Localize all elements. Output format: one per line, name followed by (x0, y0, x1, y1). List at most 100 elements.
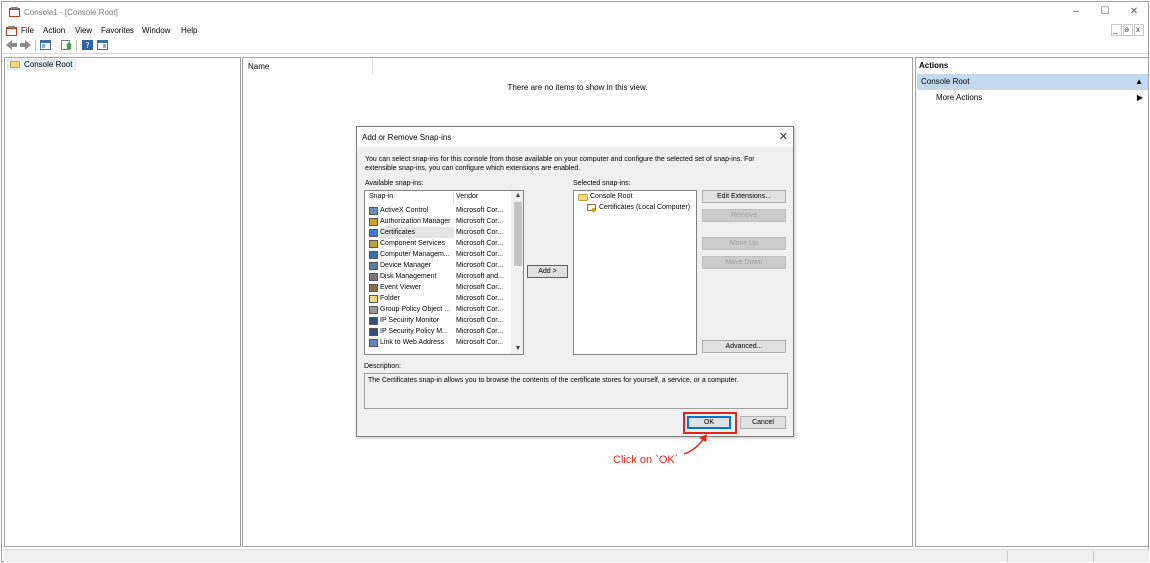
menu-window[interactable]: Window (142, 26, 170, 35)
back-arrow-icon[interactable] (6, 40, 17, 50)
mmc-document-icon[interactable] (6, 26, 17, 36)
web-link-icon (369, 339, 378, 347)
snapin-row[interactable]: Folder Microsoft Cor... (365, 293, 511, 304)
snapin-vendor: Microsoft Cor... (456, 218, 504, 225)
add-button[interactable]: Add > (527, 265, 568, 278)
tree-item-console-root[interactable]: Console Root (7, 59, 77, 70)
snapin-row[interactable]: Device Manager Microsoft Cor... (365, 260, 511, 271)
snapin-name: IP Security Monitor (380, 317, 440, 324)
maximize-button[interactable]: ☐ (1098, 6, 1112, 18)
snapin-name: Component Services (380, 240, 445, 247)
snapin-vendor: Microsoft Cor... (456, 295, 504, 302)
description-text: The Certificates snap-in allows you to b… (368, 377, 739, 384)
selected-snapins-list[interactable]: Console Root Certificates (Local Compute… (573, 190, 697, 355)
forward-arrow-icon[interactable] (20, 40, 31, 50)
window-title: Console1 - [Console Root] (24, 8, 118, 17)
column-divider (453, 192, 454, 204)
snapin-row[interactable]: Link to Web Address Microsoft Cor... (365, 337, 511, 348)
menu-view[interactable]: View (75, 26, 92, 35)
snapin-vendor: Microsoft Cor... (456, 207, 504, 214)
snapin-name: Link to Web Address (380, 339, 445, 346)
disk-management-icon (369, 273, 378, 281)
description-label: Description: (364, 363, 401, 370)
column-header-snapin[interactable]: Snap-in (369, 193, 393, 200)
status-separator (1007, 551, 1008, 562)
snapin-row[interactable]: Certificates Microsoft Cor... (365, 227, 511, 238)
show-hide-tree-icon[interactable] (40, 40, 51, 50)
cancel-button[interactable]: Cancel (740, 416, 786, 429)
snapin-name: Computer Managem... (380, 251, 450, 258)
edit-extensions-button[interactable]: Edit Extensions... (702, 190, 786, 203)
help-icon[interactable]: ? (82, 40, 93, 50)
advanced-button[interactable]: Advanced... (702, 340, 786, 353)
submenu-arrow-icon[interactable]: ▶ (1137, 93, 1143, 102)
column-header-vendor[interactable]: Vendor (456, 193, 478, 200)
more-actions-link[interactable]: More Actions (936, 93, 982, 102)
selected-item-certificates[interactable]: Certificates (Local Computer) (599, 203, 690, 213)
certificate-icon (369, 229, 378, 237)
show-hide-action-pane-icon[interactable] (97, 40, 108, 50)
dialog-description: You can select snap-ins for this console… (365, 156, 755, 172)
selected-snapins-label: Selected snap-ins: (573, 180, 631, 187)
svg-text:?: ? (85, 41, 89, 50)
snapin-name: Group Policy Object ... (380, 306, 451, 313)
snapin-row[interactable]: IP Security Monitor Microsoft Cor... (365, 315, 511, 326)
collapse-arrow-icon[interactable]: ▲ (1135, 77, 1143, 86)
snapin-vendor: Microsoft Cor... (456, 317, 504, 324)
mdi-close-button[interactable]: x (1134, 24, 1144, 36)
snapin-row[interactable]: Group Policy Object ... Microsoft Cor... (365, 304, 511, 315)
activex-icon (369, 207, 378, 215)
selected-item-console-root[interactable]: Console Root (590, 192, 632, 202)
dialog-title-bar: Add or Remove Snap-ins ✕ (357, 127, 793, 147)
scroll-down-arrow-icon[interactable]: ▼ (512, 344, 523, 354)
snapin-name: IP Security Policy M... (380, 328, 448, 335)
actions-title: Actions (919, 61, 949, 70)
close-button[interactable]: ✕ (1127, 6, 1141, 18)
snapin-vendor: Microsoft and... (456, 273, 504, 280)
ok-highlight-box (683, 412, 737, 434)
certificate-icon (587, 204, 596, 212)
snapin-name: Authorization Manager (380, 218, 451, 225)
scroll-up-arrow-icon[interactable]: ▲ (512, 191, 523, 201)
dialog-close-button[interactable]: ✕ (779, 130, 788, 143)
ip-security-monitor-icon (369, 317, 378, 325)
actions-pane: Actions Console Root ▲ More Actions ▶ (915, 57, 1149, 547)
move-up-button[interactable]: Move Up (702, 237, 786, 250)
remove-button[interactable]: Remove (702, 209, 786, 222)
status-bar (4, 549, 1149, 562)
move-down-button[interactable]: Move Down (702, 256, 786, 269)
snapin-row[interactable]: Authorization Manager Microsoft Cor... (365, 216, 511, 227)
add-remove-snapins-dialog: Add or Remove Snap-ins ✕ You can select … (356, 126, 794, 437)
snapin-vendor: Microsoft Cor... (456, 262, 504, 269)
export-list-icon[interactable] (61, 40, 72, 50)
available-snapins-list[interactable]: Snap-in Vendor ActiveX Control Microsoft … (364, 190, 524, 355)
menu-file[interactable]: File (21, 26, 34, 35)
snapin-name: ActiveX Control (380, 207, 429, 214)
mdi-restore-button[interactable]: ǝ (1122, 24, 1133, 36)
ip-security-policy-icon (369, 328, 378, 336)
snapin-row[interactable]: Computer Managem... Microsoft Cor... (365, 249, 511, 260)
scroll-thumb[interactable] (514, 202, 522, 266)
menu-favorites[interactable]: Favorites (101, 26, 134, 35)
menu-help[interactable]: Help (181, 26, 197, 35)
available-snapins-label: Available snap-ins: (365, 180, 424, 187)
actions-section-console-root[interactable]: Console Root ▲ (917, 74, 1148, 90)
snapin-row[interactable]: Event Viewer Microsoft Cor... (365, 282, 511, 293)
column-header-name[interactable]: Name (243, 58, 373, 74)
snapin-vendor: Microsoft Cor... (456, 251, 504, 258)
snapin-row[interactable]: Disk Management Microsoft and... (365, 271, 511, 282)
minimize-button[interactable]: – (1069, 6, 1083, 18)
description-box: The Certificates snap-in allows you to b… (364, 373, 788, 409)
computer-management-icon (369, 251, 378, 259)
vertical-scrollbar[interactable]: ▲ ▼ (511, 191, 523, 354)
snapin-row[interactable]: Component Services Microsoft Cor... (365, 238, 511, 249)
mdi-minimize-button[interactable]: _ (1111, 24, 1122, 36)
snapin-row[interactable]: ActiveX Control Microsoft Cor... (365, 205, 511, 216)
tree-item-label: Console Root (24, 60, 73, 69)
snapin-name: Folder (380, 295, 400, 302)
console-tree-pane: Console Root (4, 57, 241, 547)
group-policy-icon (369, 306, 378, 314)
folder-icon (369, 295, 378, 303)
menu-action[interactable]: Action (43, 26, 65, 35)
snapin-row[interactable]: IP Security Policy M... Microsoft Cor... (365, 326, 511, 337)
